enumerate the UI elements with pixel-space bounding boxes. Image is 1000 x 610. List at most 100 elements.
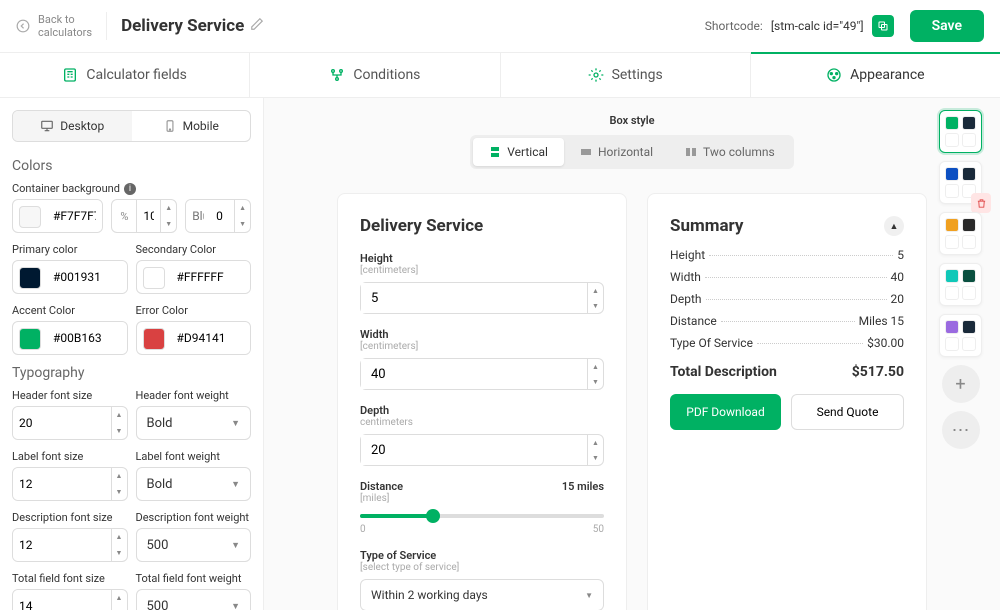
height-label: Height [360, 252, 604, 265]
section-colors: Colors [12, 158, 251, 174]
theme-option-0[interactable] [939, 110, 982, 153]
totalfield-size-label: Total field font size [12, 572, 128, 585]
box-style-horizontal[interactable]: Horizontal [564, 138, 669, 166]
label-weight-select[interactable]: Bold▼ [136, 467, 252, 501]
depth-label: Depth [360, 404, 604, 417]
blur-spinner[interactable]: ▲▼ [234, 200, 250, 232]
service-label: Type of Service [360, 549, 604, 562]
header-size-spinner[interactable]: ▲▼ [111, 407, 127, 439]
header-size-label: Header font size [12, 389, 128, 402]
desc-weight-label: Description font weight [136, 511, 252, 524]
header-size-input[interactable] [13, 407, 111, 439]
box-style-vertical[interactable]: Vertical [473, 138, 564, 166]
secondary-swatch[interactable] [143, 267, 165, 289]
desc-weight-select[interactable]: 500▼ [136, 528, 252, 562]
accent-input[interactable] [47, 322, 127, 354]
shortcode-label: Shortcode: [705, 19, 763, 33]
summary-total-label: Total Description [670, 364, 777, 380]
blur-input[interactable] [186, 200, 210, 232]
distance-value: 15 miles [562, 480, 604, 493]
theme-option-2[interactable] [939, 212, 982, 255]
pdf-download-button[interactable]: PDF Download [670, 394, 781, 430]
tab-conditions[interactable]: Conditions [250, 53, 500, 97]
section-typography: Typography [12, 365, 251, 381]
label-size-input[interactable] [13, 468, 111, 500]
opacity-input[interactable] [137, 200, 160, 232]
summary-row: Distance Miles 15 [670, 314, 904, 328]
theme-option-1[interactable] [939, 161, 982, 204]
back-to-calculators[interactable]: Back tocalculators [16, 13, 92, 39]
error-swatch[interactable] [143, 328, 165, 350]
summary-row-label: Width [670, 270, 701, 284]
container-bg-swatch[interactable] [19, 206, 41, 228]
opacity-spinner[interactable]: ▲▼ [160, 200, 176, 232]
secondary-input[interactable] [171, 261, 251, 293]
summary-row: Width40 [670, 270, 904, 284]
back-line1: Back to [38, 13, 92, 26]
depth-input[interactable] [361, 435, 587, 465]
back-line2: calculators [38, 26, 92, 39]
copy-button[interactable] [872, 15, 894, 37]
container-bg-label: Container background [12, 182, 120, 195]
device-mobile[interactable]: Mobile [132, 111, 251, 141]
primary-input[interactable] [47, 261, 127, 293]
theme-option-3[interactable] [939, 263, 982, 306]
totalfield-size-input[interactable] [13, 590, 111, 610]
summary-total-value: $517.50 [852, 364, 904, 380]
totalfield-size-spinner[interactable]: ▲▼ [111, 590, 127, 610]
info-icon[interactable]: i [124, 183, 136, 195]
height-hint: [centimeters] [360, 265, 604, 276]
send-quote-button[interactable]: Send Quote [791, 394, 904, 430]
height-input[interactable] [361, 283, 587, 313]
tab-settings[interactable]: Settings [501, 53, 751, 97]
distance-hint: [miles] [360, 493, 604, 504]
distance-slider[interactable] [360, 514, 604, 518]
box-style-label: Box style [280, 114, 984, 127]
accent-swatch[interactable] [19, 328, 41, 350]
depth-spinner[interactable]: ▲▼ [587, 435, 603, 465]
error-input[interactable] [171, 322, 251, 354]
summary-card: Summary ▲ Height5Width40Depth20DistanceM… [647, 193, 927, 610]
tab-appearance[interactable]: Appearance [751, 53, 1000, 97]
device-desktop[interactable]: Desktop [13, 111, 132, 141]
width-label: Width [360, 328, 604, 341]
desc-size-spinner[interactable]: ▲▼ [111, 529, 127, 561]
summary-row-label: Distance [670, 314, 717, 328]
divider [106, 12, 107, 40]
summary-row-label: Height [670, 248, 705, 262]
opacity-suffix: % [112, 200, 137, 232]
summary-row-value: $30.00 [867, 336, 904, 350]
edit-icon[interactable] [250, 17, 264, 35]
width-input[interactable] [361, 359, 587, 389]
summary-row-value: Miles 15 [859, 314, 904, 328]
save-button[interactable]: Save [910, 10, 984, 42]
more-themes-button[interactable]: ⋯ [942, 411, 980, 449]
desc-size-label: Description font size [12, 511, 128, 524]
summary-row-label: Depth [670, 292, 702, 306]
label-size-spinner[interactable]: ▲▼ [111, 468, 127, 500]
summary-collapse-icon[interactable]: ▲ [884, 216, 904, 236]
desc-size-input[interactable] [13, 529, 111, 561]
width-spinner[interactable]: ▲▼ [587, 359, 603, 389]
box-style-two-columns[interactable]: Two columns [669, 138, 791, 166]
blur-value[interactable] [210, 200, 234, 232]
delete-theme-icon[interactable] [971, 193, 991, 213]
page-title: Delivery Service [121, 16, 244, 36]
theme-option-4[interactable] [939, 314, 982, 357]
summary-row: Depth20 [670, 292, 904, 306]
accent-color-label: Accent Color [12, 304, 128, 317]
tab-calculator-fields[interactable]: Calculator fields [0, 53, 250, 97]
form-title: Delivery Service [360, 216, 604, 236]
primary-swatch[interactable] [19, 267, 41, 289]
header-weight-label: Header font weight [136, 389, 252, 402]
distance-max: 50 [593, 524, 604, 535]
height-spinner[interactable]: ▲▼ [587, 283, 603, 313]
header-weight-select[interactable]: Bold▼ [136, 406, 252, 440]
service-select[interactable]: Within 2 working days▼ [360, 579, 604, 610]
summary-row: Type Of Service $30.00 [670, 336, 904, 350]
distance-label: Distance [360, 480, 403, 493]
summary-row-label: Type Of Service [670, 336, 753, 350]
container-bg-input[interactable] [47, 200, 102, 232]
totalfield-weight-select[interactable]: 500▼ [136, 589, 252, 610]
add-theme-button[interactable]: + [942, 365, 980, 403]
